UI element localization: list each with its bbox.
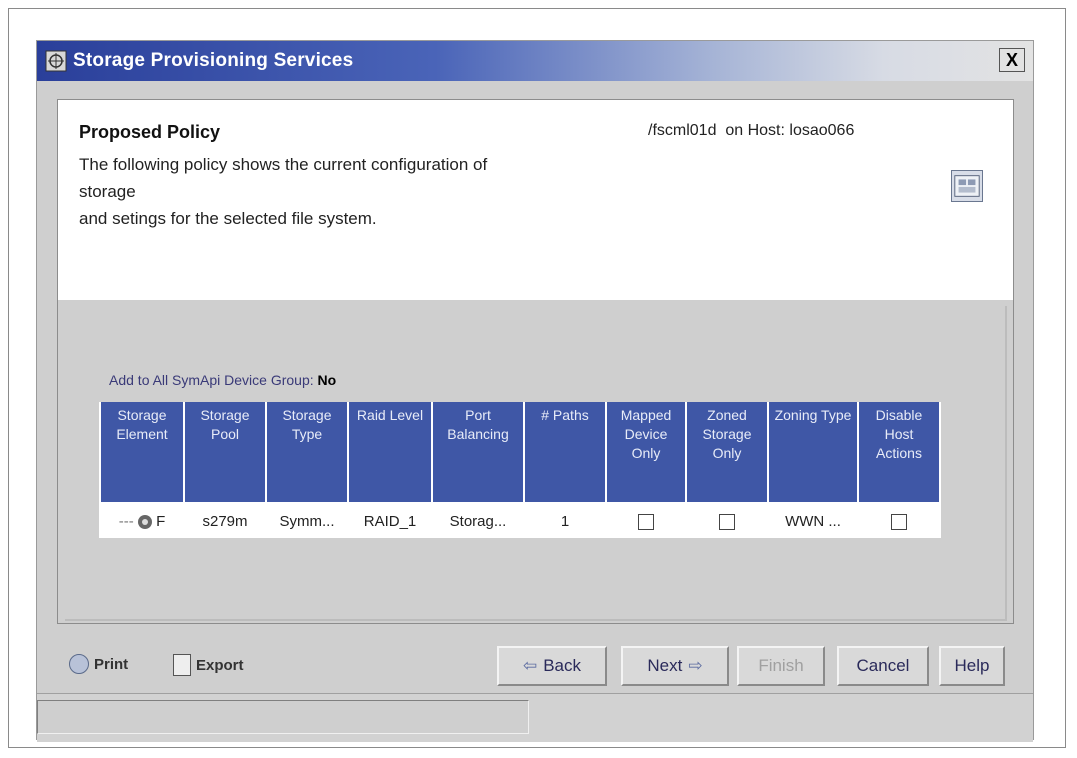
button-bar: Print Export ⇦ Back Next ⇨ Finish Cancel… <box>37 624 1033 704</box>
wizard-window: Storage Provisioning Services X Proposed… <box>36 40 1034 742</box>
back-button[interactable]: ⇦ Back <box>497 646 607 686</box>
header-panel: Proposed Policy The following policy sho… <box>58 100 1013 301</box>
disable-host-actions-checkbox[interactable] <box>891 513 907 530</box>
status-bar <box>37 693 1033 742</box>
mapped-device-only-cell[interactable] <box>607 504 685 538</box>
column-header[interactable]: Raid Level <box>349 402 431 504</box>
table-header-row: Storage Element Storage Pool Storage Typ… <box>101 402 939 504</box>
storage-element-icon <box>137 514 152 529</box>
title-bar[interactable]: Storage Provisioning Services X <box>37 41 1033 81</box>
device-group-value: No <box>317 372 337 388</box>
column-header[interactable]: Disable Host Actions <box>859 402 939 504</box>
column-header[interactable]: Mapped Device Only <box>607 402 685 504</box>
disable-host-actions-cell[interactable] <box>859 504 939 538</box>
storage-type-cell[interactable]: Symm... <box>267 504 347 538</box>
print-label: Print <box>94 655 129 673</box>
print-button[interactable]: Print <box>69 654 128 674</box>
help-button[interactable]: Help <box>939 646 1005 686</box>
app-icon <box>45 50 67 72</box>
host-name: losao066 <box>789 122 855 139</box>
cancel-button[interactable]: Cancel <box>837 646 929 686</box>
zoning-type-cell[interactable]: WWN ... <box>769 504 857 538</box>
storage-element-text: F <box>156 512 166 530</box>
device-group-label: Add to All SymApi Device Group: <box>109 372 314 388</box>
export-icon <box>173 654 191 676</box>
column-header[interactable]: Storage Element <box>101 402 183 504</box>
help-label: Help <box>954 656 990 675</box>
policy-table: Storage Element Storage Pool Storage Typ… <box>99 402 941 538</box>
cancel-label: Cancel <box>856 656 910 675</box>
column-header[interactable]: Storage Pool <box>185 402 265 504</box>
port-balancing-cell[interactable]: Storag... <box>433 504 523 538</box>
paths-cell[interactable]: 1 <box>525 504 605 538</box>
description-line: storage <box>79 182 136 201</box>
raid-level-cell[interactable]: RAID_1 <box>349 504 431 538</box>
status-field <box>37 700 529 734</box>
filesystem-name: /fscml01d <box>648 122 717 139</box>
print-icon <box>69 654 89 674</box>
next-button[interactable]: Next ⇨ <box>621 646 729 686</box>
next-label: Next <box>647 656 683 675</box>
storage-pool-cell[interactable]: s279m <box>185 504 265 538</box>
zoned-storage-only-cell[interactable] <box>687 504 767 538</box>
policy-settings-panel: Add to All SymApi Device Group: No Stora… <box>58 300 1013 623</box>
finish-label: Finish <box>758 656 804 675</box>
window-title: Storage Provisioning Services <box>73 50 354 71</box>
policy-graphic-icon <box>951 170 983 202</box>
description-line: and setings for the selected file system… <box>79 209 377 228</box>
back-arrow-icon: ⇦ <box>522 656 538 675</box>
export-button[interactable]: Export <box>173 654 244 676</box>
table-row[interactable]: --- F s279m Symm... RAID_1 Storag... 1 W… <box>101 504 939 538</box>
content-panel: Proposed Policy The following policy sho… <box>57 99 1014 624</box>
inner-panel: Add to All SymApi Device Group: No Stora… <box>65 306 1007 621</box>
column-header[interactable]: Zoned Storage Only <box>687 402 767 504</box>
device-group-setting: Add to All SymApi Device Group: No <box>109 372 336 388</box>
filesystem-info: /fscml01d on Host: losao066 <box>648 122 854 140</box>
mapped-device-only-checkbox[interactable] <box>638 513 654 530</box>
export-label: Export <box>196 656 244 674</box>
finish-button[interactable]: Finish <box>737 646 825 686</box>
policy-description: The following policy shows the current c… <box>79 151 699 232</box>
close-button[interactable]: X <box>999 48 1025 72</box>
next-arrow-icon: ⇨ <box>688 656 703 675</box>
column-header[interactable]: Storage Type <box>267 402 347 504</box>
description-line: The following policy shows the current c… <box>79 155 488 174</box>
back-label: Back <box>543 656 582 675</box>
page-title: Proposed Policy <box>79 122 221 142</box>
on-host-label: on Host: <box>725 122 785 139</box>
column-header[interactable]: # Paths <box>525 402 605 504</box>
storage-element-cell[interactable]: --- F <box>101 504 183 538</box>
column-header[interactable]: Port Balancing <box>433 402 523 504</box>
column-header[interactable]: Zoning Type <box>769 402 857 504</box>
zoned-storage-only-checkbox[interactable] <box>719 513 735 530</box>
